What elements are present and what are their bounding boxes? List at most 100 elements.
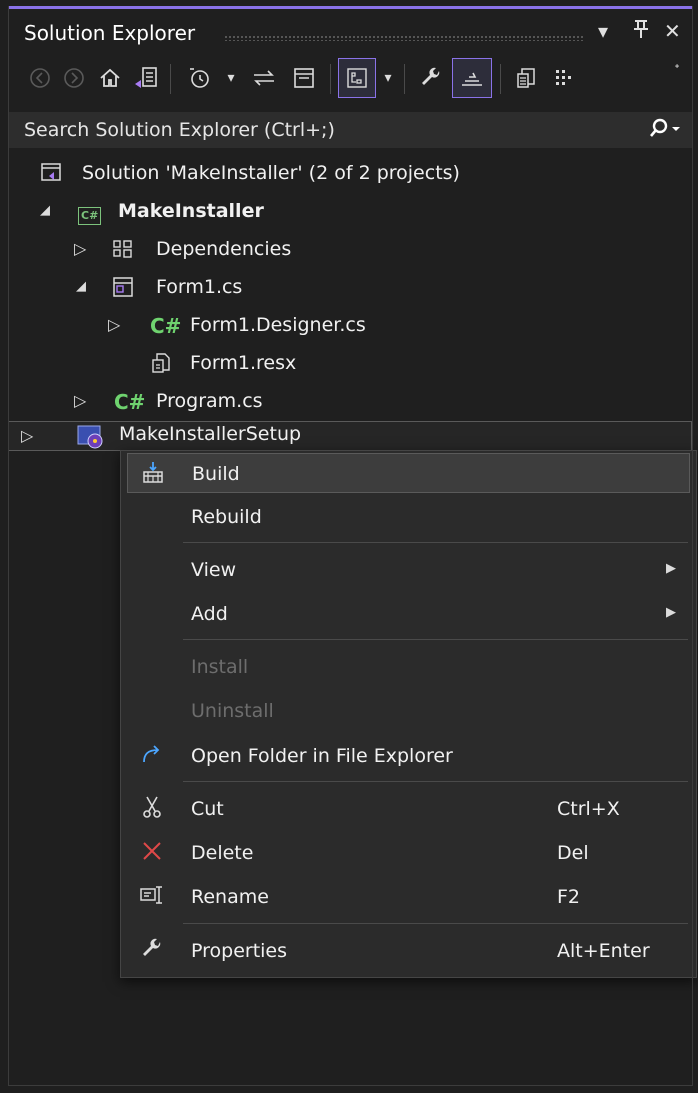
pending-changes-dropdown-icon[interactable]: ▾: [220, 58, 242, 98]
tree-item-solution[interactable]: Solution 'MakeInstaller' (2 of 2 project…: [8, 155, 692, 193]
menu-item-label: Add: [191, 603, 228, 625]
delete-x-icon: [137, 839, 167, 867]
build-icon: [138, 460, 168, 488]
context-menu: Build Rebuild View ▶ Add ▶ Install Unins…: [120, 450, 697, 978]
menu-item-shortcut: Ctrl+X: [557, 798, 620, 820]
menu-item-view[interactable]: View ▶: [127, 550, 690, 590]
search-input[interactable]: Search Solution Explorer (Ctrl+;): [24, 119, 335, 141]
tree-item-setup-project[interactable]: ▷ MakeInstallerSetup: [8, 421, 692, 451]
collapsed-arrow-icon[interactable]: ▷: [21, 426, 33, 445]
menu-separator: [183, 781, 688, 782]
home-icon[interactable]: [92, 58, 128, 98]
pending-changes-filter-icon[interactable]: [180, 58, 220, 98]
menu-item-shortcut: F2: [557, 886, 581, 908]
menu-item-label: Properties: [191, 940, 288, 962]
toolbar-separator: [170, 64, 171, 94]
menu-item-label: Rebuild: [191, 506, 262, 528]
search-box[interactable]: Search Solution Explorer (Ctrl+;): [8, 112, 692, 148]
title-bar: Solution Explorer ▾ ✕: [8, 6, 692, 53]
close-icon[interactable]: ✕: [664, 19, 681, 43]
tree-item-dependencies[interactable]: ▷ Dependencies: [8, 231, 692, 269]
menu-item-label: Rename: [191, 886, 269, 908]
switch-views-icon[interactable]: [128, 58, 164, 98]
dependencies-icon: [112, 239, 134, 264]
window-options-dropdown-icon[interactable]: ▾: [598, 19, 608, 43]
form-icon: [112, 276, 134, 303]
panel-right-border: [692, 6, 693, 1086]
setup-project-icon: [75, 424, 105, 450]
toolbar-overflow-icon[interactable]: ᐩ: [668, 50, 686, 90]
toolbar-separator: [500, 64, 501, 94]
show-all-files-dropdown-icon[interactable]: ▾: [378, 58, 398, 98]
tree-item-form1-resx[interactable]: Form1.resx: [8, 345, 692, 383]
sync-with-active-document-icon[interactable]: [246, 58, 282, 98]
pin-icon[interactable]: [632, 19, 650, 44]
tree-item-form1[interactable]: ◢ Form1.cs: [8, 269, 692, 307]
toolbar-separator: [330, 64, 331, 94]
menu-item-properties[interactable]: Properties Alt+Enter: [127, 931, 690, 971]
csharp-file-icon: C#: [150, 314, 182, 338]
wrench-icon: [137, 937, 167, 965]
menu-item-label: Uninstall: [191, 700, 274, 722]
resource-file-icon: [150, 352, 172, 379]
collapsed-arrow-icon[interactable]: ▷: [74, 391, 86, 410]
menu-item-build[interactable]: Build: [127, 453, 690, 493]
menu-item-cut[interactable]: Cut Ctrl+X: [127, 789, 690, 829]
panel-left-border: [8, 6, 9, 1086]
tree-item-label: Form1.cs: [156, 276, 243, 298]
search-icon[interactable]: [646, 114, 682, 150]
solution-icon: [40, 161, 62, 188]
tree-item-label: Program.cs: [156, 390, 263, 412]
show-all-files-icon[interactable]: [338, 58, 376, 98]
csharp-file-icon: C#: [114, 390, 146, 414]
menu-item-shortcut: Alt+Enter: [557, 940, 650, 962]
toolbar-separator: [404, 64, 405, 94]
tree-item-label: Dependencies: [156, 238, 292, 260]
tree-item-program[interactable]: ▷ C# Program.cs: [8, 383, 692, 421]
scissors-icon: [137, 795, 167, 823]
tree-item-label: MakeInstallerSetup: [119, 423, 302, 445]
title-grip[interactable]: [224, 35, 584, 41]
menu-item-rename[interactable]: Rename F2: [127, 877, 690, 917]
menu-item-delete[interactable]: Delete Del: [127, 833, 690, 873]
tree-item-label: Solution 'MakeInstaller' (2 of 2 project…: [82, 162, 460, 184]
menu-item-shortcut: Del: [557, 842, 589, 864]
menu-item-label: View: [191, 559, 237, 581]
menu-item-install[interactable]: Install: [127, 647, 690, 687]
dot-grid-icon[interactable]: [546, 58, 582, 98]
back-icon[interactable]: [24, 58, 56, 98]
menu-item-label: Delete: [191, 842, 254, 864]
panel-bottom-border: [8, 1085, 692, 1086]
collapsed-arrow-icon[interactable]: ▷: [108, 315, 120, 334]
open-folder-arrow-icon: [137, 742, 167, 770]
menu-item-open-folder[interactable]: Open Folder in File Explorer: [127, 736, 690, 776]
tree-item-label: Form1.resx: [190, 352, 297, 374]
tree-item-form1-designer[interactable]: ▷ C# Form1.Designer.cs: [8, 307, 692, 345]
forward-icon[interactable]: [58, 58, 90, 98]
submenu-arrow-icon: ▶: [666, 561, 676, 576]
menu-separator: [183, 542, 688, 543]
preview-selected-items-icon[interactable]: [452, 58, 492, 98]
menu-item-label: Install: [191, 656, 249, 678]
rename-icon: [137, 883, 167, 911]
expanded-arrow-icon[interactable]: ◢: [76, 279, 86, 294]
menu-item-label: Cut: [191, 798, 224, 820]
properties-pages-icon[interactable]: [508, 58, 544, 98]
toolbar: ▾ ▾ ᐩ: [8, 58, 692, 108]
collapsed-arrow-icon[interactable]: ▷: [74, 239, 86, 258]
menu-item-label: Build: [192, 463, 240, 485]
tree-item-project-makeinstaller[interactable]: ◢ C# MakeInstaller: [8, 193, 692, 231]
window-title: Solution Explorer: [24, 21, 196, 45]
menu-separator: [183, 639, 688, 640]
menu-item-rebuild[interactable]: Rebuild: [127, 497, 690, 537]
menu-item-uninstall[interactable]: Uninstall: [127, 691, 690, 731]
menu-item-label: Open Folder in File Explorer: [191, 745, 453, 767]
properties-wrench-icon[interactable]: [412, 58, 450, 98]
menu-separator: [183, 923, 688, 924]
tree-item-label: MakeInstaller: [118, 200, 264, 222]
collapse-all-icon[interactable]: [286, 58, 322, 98]
expanded-arrow-icon[interactable]: ◢: [40, 203, 50, 218]
menu-item-add[interactable]: Add ▶: [127, 594, 690, 634]
tree-item-label: Form1.Designer.cs: [190, 314, 366, 336]
csharp-project-icon: C#: [78, 200, 102, 225]
